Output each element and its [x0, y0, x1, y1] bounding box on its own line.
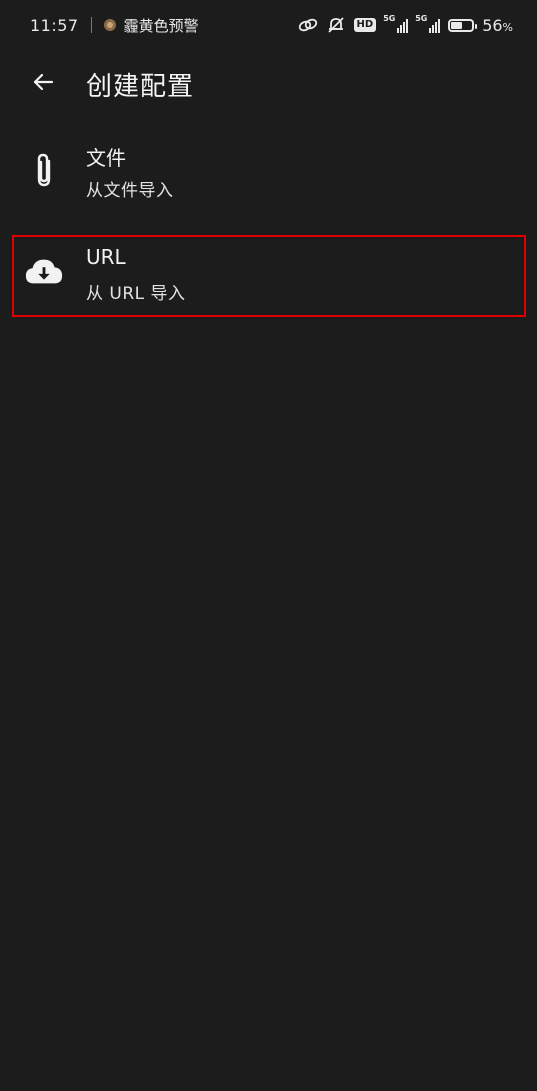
- option-title: 文件: [86, 146, 126, 170]
- status-time: 11:57: [30, 15, 79, 35]
- paperclip-icon: [24, 150, 64, 190]
- mute-icon: [326, 16, 346, 34]
- signal-icon: 5G: [383, 14, 409, 33]
- battery-fill: [451, 21, 463, 29]
- battery-percent: 56%: [482, 15, 513, 35]
- page-title: 创建配置: [86, 72, 195, 102]
- signal-icon-2: 5G: [415, 14, 441, 33]
- import-from-file-option[interactable]: 文件 从文件导入: [12, 134, 526, 216]
- weather-alert-text: 霾黄色预警: [123, 16, 199, 35]
- option-title: URL: [86, 245, 126, 269]
- status-left: 11:57 霾黄色预警: [30, 13, 199, 37]
- status-right: HD 5G 5G 56%: [298, 13, 513, 37]
- battery-icon: [448, 18, 478, 32]
- import-from-url-option[interactable]: URL 从 URL 导入: [12, 235, 526, 317]
- option-subtitle: 从 URL 导入: [86, 284, 186, 304]
- status-divider: [90, 17, 92, 33]
- app-bar: 创建配置: [0, 56, 537, 108]
- arrow-left-icon: [33, 73, 54, 91]
- screen: 11:57 霾黄色预警 HD 5G 5G 56% 创建配置 文件 从文件导入 U…: [0, 0, 537, 1091]
- link-icon: [298, 17, 318, 33]
- back-button[interactable]: [26, 65, 60, 99]
- hd-icon: HD: [353, 18, 377, 32]
- option-subtitle: 从文件导入: [86, 181, 174, 201]
- cloud-download-icon: [24, 251, 64, 291]
- status-bar: 11:57 霾黄色预警 HD 5G 5G 56%: [0, 0, 537, 50]
- weather-alert-icon: [103, 19, 116, 31]
